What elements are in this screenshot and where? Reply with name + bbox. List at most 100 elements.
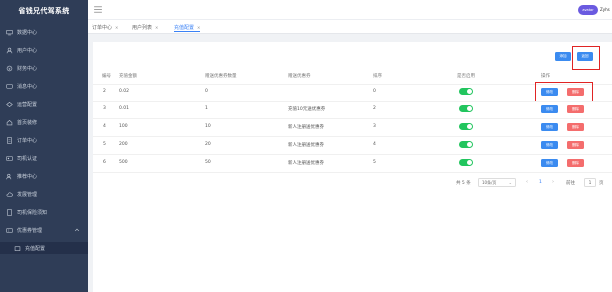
edit-button[interactable]: 修改 — [541, 123, 558, 131]
edit-button[interactable]: 修改 — [541, 159, 558, 167]
sidebar-item-finance-center[interactable]: ¥ 财务中心 — [0, 62, 88, 74]
cell-sort: 0 — [373, 89, 376, 94]
sidebar-item-label: 司机认证 — [17, 155, 38, 162]
delete-button[interactable]: 删除 — [567, 123, 584, 131]
cell-id: 2 — [103, 89, 106, 94]
tab-recharge-config[interactable]: 充值配置 ✕ — [174, 23, 201, 32]
sidebar-subitem-recharge-config[interactable]: 充值配置 — [0, 242, 88, 254]
cell-amount: 500 — [119, 160, 128, 165]
delete-button[interactable]: 删除 — [567, 141, 584, 149]
next-page-icon[interactable]: › — [552, 179, 554, 185]
cell-id: 5 — [103, 142, 106, 147]
goto-page-input[interactable]: 1 — [584, 178, 596, 187]
enabled-toggle[interactable] — [459, 88, 473, 95]
app-title: 省钱兄代驾系统 — [18, 7, 70, 15]
page-suffix: 页 — [599, 181, 604, 186]
enabled-toggle[interactable] — [459, 123, 473, 130]
cell-amount: 200 — [119, 142, 128, 147]
close-icon[interactable]: ✕ — [197, 25, 200, 30]
sidebar-item-label: 司机保险须知 — [17, 209, 48, 216]
sidebar-item-operations[interactable]: 运营配置 — [0, 98, 88, 110]
chevron-up-icon — [74, 228, 80, 232]
row-divider — [93, 172, 612, 173]
cell-coupon-count: 0 — [205, 89, 208, 94]
cell-coupon: 新人注册送优惠券 — [288, 125, 324, 130]
cell-sort: 4 — [373, 142, 376, 147]
cell-coupon: 充值10元送优惠券 — [288, 107, 326, 112]
row-divider — [93, 101, 612, 102]
user-icon — [6, 47, 13, 54]
folder-icon — [14, 245, 21, 252]
delete-button[interactable]: 删除 — [567, 159, 584, 167]
cell-coupon-count: 10 — [205, 124, 211, 129]
page-size-value: 10条/页 — [482, 179, 497, 185]
tab-order-center[interactable]: 订单中心 ✕ — [92, 23, 118, 32]
sidebar-item-label: 消息中心 — [17, 83, 38, 90]
top-header: avatar Zyhs — [88, 0, 612, 20]
monitor-icon — [6, 29, 13, 36]
sidebar-item-label: 发展管理 — [17, 191, 38, 198]
column-header-id: 编号 — [102, 74, 111, 79]
share-user-icon — [6, 173, 13, 180]
content-card — [93, 42, 612, 292]
column-header-sort: 排序 — [373, 74, 382, 79]
enabled-toggle[interactable] — [459, 159, 473, 166]
sidebar-item-driver-auth[interactable]: 司机认证 — [0, 152, 88, 164]
cell-sort: 2 — [373, 106, 376, 111]
highlight-box — [535, 82, 593, 102]
edit-button[interactable]: 修改 — [541, 141, 558, 149]
avatar[interactable]: avatar — [578, 5, 598, 15]
sidebar-item-user-center[interactable]: 用户中心 — [0, 44, 88, 56]
pagination-total: 共 5 条 — [456, 181, 471, 186]
sidebar-item-label: 数据中心 — [17, 29, 38, 36]
column-header-actions: 操作 — [541, 74, 550, 79]
column-header-coupon-count: 赠送优惠券数量 — [205, 74, 237, 79]
sidebar-item-label: 订单中心 — [17, 137, 38, 144]
cloud-icon — [6, 191, 13, 198]
username[interactable]: Zyhs — [600, 7, 610, 12]
sidebar-item-message-center[interactable]: 消息中心 — [0, 80, 88, 92]
chevron-down-icon: ⌄ — [508, 180, 512, 185]
column-header-amount: 充值金额 — [119, 74, 137, 79]
column-header-coupon: 赠送优惠券 — [288, 74, 311, 79]
cell-amount: 0.02 — [119, 89, 130, 94]
delete-button[interactable]: 删除 — [567, 105, 584, 113]
cell-amount: 0.01 — [119, 106, 130, 111]
cell-id: 3 — [103, 106, 106, 111]
enabled-toggle[interactable] — [459, 141, 473, 148]
tab-user-list[interactable]: 用户列表 ✕ — [132, 23, 158, 32]
cell-sort: 5 — [373, 160, 376, 165]
cell-coupon-count: 20 — [205, 142, 211, 147]
message-icon — [6, 83, 13, 90]
enabled-toggle[interactable] — [459, 105, 473, 112]
sidebar-item-development[interactable]: 发展管理 — [0, 188, 88, 200]
sidebar-item-referral-center[interactable]: 推荐中心 — [0, 170, 88, 182]
sidebar-item-coupon-management[interactable]: 优惠券管理 — [0, 224, 88, 236]
tab-label: 充值配置 — [174, 24, 195, 31]
page-number[interactable]: 1 — [539, 180, 542, 185]
tab-label: 用户列表 — [132, 25, 153, 31]
sidebar-item-order-center[interactable]: 订单中心 — [0, 134, 88, 146]
cell-sort: 3 — [373, 124, 376, 129]
edit-button[interactable]: 修改 — [541, 105, 558, 113]
add-button[interactable]: 添加 — [555, 52, 571, 61]
sidebar-item-label: 推荐中心 — [17, 173, 38, 180]
close-icon[interactable]: ✕ — [115, 25, 118, 30]
sidebar-item-home-decoration[interactable]: 首页装修 — [0, 116, 88, 128]
order-icon — [6, 136, 13, 144]
finance-icon: ¥ — [6, 65, 13, 72]
cell-coupon-count: 50 — [205, 160, 211, 165]
row-divider — [93, 136, 612, 137]
sidebar-item-data-center[interactable]: 数据中心 — [0, 26, 88, 38]
hamburger-menu-icon[interactable] — [94, 6, 102, 13]
id-card-icon — [6, 155, 13, 162]
goto-label: 前往 — [566, 181, 575, 186]
close-icon[interactable]: ✕ — [155, 25, 158, 30]
page-size-select[interactable]: 10条/页 ⌄ — [478, 178, 516, 187]
cell-coupon: 新人注册送优惠券 — [288, 143, 324, 148]
sidebar-item-driver-insurance[interactable]: 司机保险须知 — [0, 206, 88, 218]
row-divider — [93, 154, 612, 155]
cell-id: 6 — [103, 160, 106, 165]
home-icon — [6, 119, 13, 126]
prev-page-icon[interactable]: ‹ — [526, 179, 528, 185]
